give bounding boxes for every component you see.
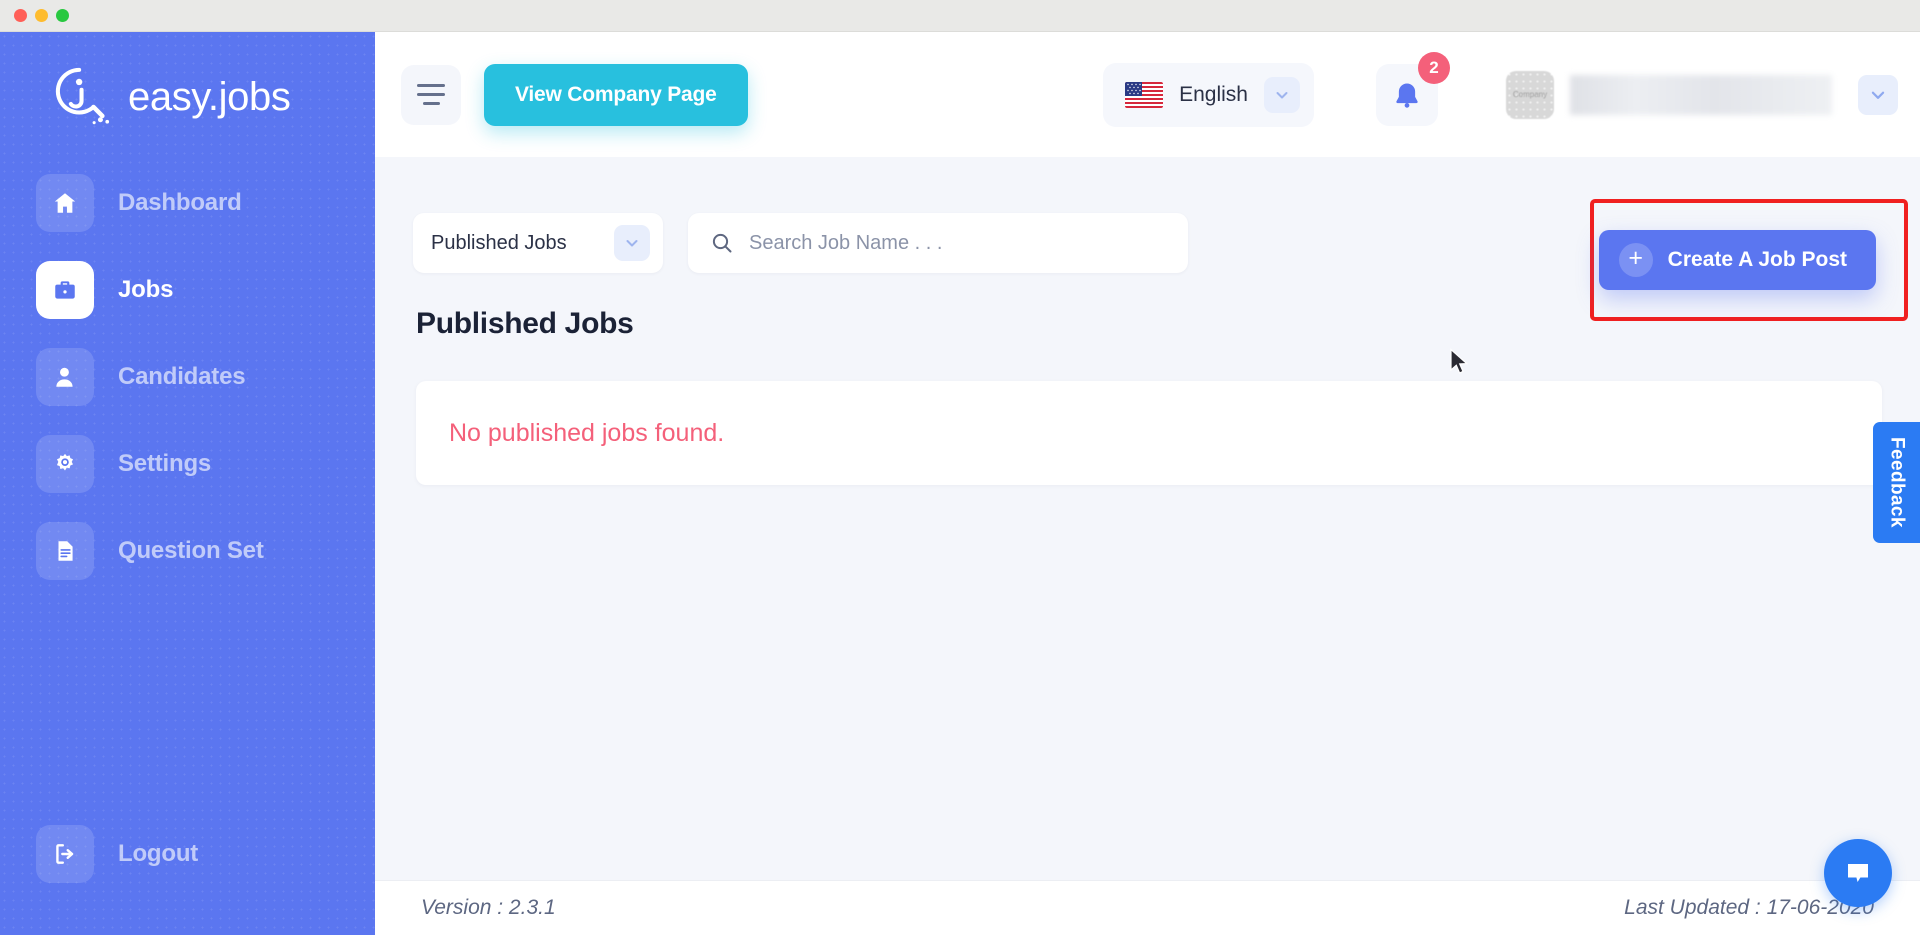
- mouse-cursor: [1450, 348, 1469, 374]
- notification-count-badge: 2: [1418, 51, 1450, 84]
- sidebar-item-label: Candidates: [118, 363, 246, 390]
- top-header: View Company Page English 2 Company: [375, 32, 1920, 157]
- logout-icon: [36, 825, 94, 883]
- app-footer: Version : 2.3.1 Last Updated : 17-06-202…: [375, 880, 1920, 935]
- user-menu[interactable]: Company: [1506, 70, 1898, 119]
- search-input[interactable]: [749, 231, 1168, 255]
- hamburger-icon[interactable]: [401, 64, 461, 125]
- sidebar-item-candidates[interactable]: Candidates: [0, 346, 375, 408]
- create-job-post-label: Create A Job Post: [1667, 248, 1847, 271]
- main-content: Published Jobs + Create A Job Post Publi…: [375, 157, 1920, 880]
- briefcase-icon: [36, 261, 94, 319]
- empty-state-message: No published jobs found.: [449, 418, 725, 447]
- plus-icon: +: [1618, 243, 1653, 277]
- sidebar: easy.jobs Dashboard Jobs Candidates Sett…: [0, 32, 375, 935]
- us-flag-icon: [1125, 81, 1164, 108]
- chat-widget-button[interactable]: [1824, 839, 1892, 907]
- chevron-down-icon[interactable]: [1858, 74, 1898, 115]
- user-name-redacted: [1570, 74, 1832, 115]
- published-jobs-empty-card: No published jobs found.: [416, 381, 1882, 485]
- sidebar-item-settings[interactable]: Settings: [0, 433, 375, 495]
- chevron-down-icon[interactable]: [1264, 76, 1300, 113]
- avatar: Company: [1506, 70, 1554, 119]
- brand-name: easy.jobs: [128, 74, 291, 119]
- job-status-filter[interactable]: Published Jobs: [413, 213, 663, 273]
- sidebar-item-question-set[interactable]: Question Set: [0, 520, 375, 582]
- sidebar-logout-label: Logout: [118, 840, 199, 867]
- brand-logo[interactable]: easy.jobs: [0, 32, 375, 128]
- feedback-tab[interactable]: Feedback: [1873, 422, 1920, 543]
- header-right-group: English 2 Company: [1103, 51, 1920, 127]
- sidebar-item-label: Dashboard: [118, 189, 242, 216]
- view-company-page-button[interactable]: View Company Page: [484, 63, 748, 126]
- feedback-label: Feedback: [1886, 437, 1908, 528]
- gear-icon: [36, 435, 94, 493]
- language-selector[interactable]: English: [1103, 62, 1314, 127]
- sidebar-item-jobs[interactable]: Jobs: [0, 259, 375, 321]
- close-window-button[interactable]: [14, 9, 27, 22]
- search-icon: [712, 233, 732, 253]
- sidebar-item-dashboard[interactable]: Dashboard: [0, 172, 375, 234]
- version-label: Version : 2.3.1: [421, 896, 556, 919]
- job-status-filter-value: Published Jobs: [431, 231, 567, 254]
- minimize-window-button[interactable]: [35, 9, 48, 22]
- app-window: easy.jobs Dashboard Jobs Candidates Sett…: [0, 0, 1920, 935]
- user-icon: [36, 348, 94, 406]
- sidebar-item-logout[interactable]: Logout: [0, 825, 198, 883]
- sidebar-item-label: Question Set: [118, 537, 264, 564]
- easyjobs-logo-icon: [55, 67, 110, 125]
- sidebar-item-label: Jobs: [118, 276, 174, 303]
- home-icon: [36, 174, 94, 232]
- chat-bubble-icon: [1848, 864, 1868, 882]
- sidebar-nav: Dashboard Jobs Candidates Settings Quest…: [0, 172, 375, 582]
- zoom-window-button[interactable]: [56, 9, 69, 22]
- sidebar-item-label: Settings: [118, 450, 212, 477]
- notifications: 2: [1376, 51, 1450, 126]
- chevron-down-icon[interactable]: [614, 225, 650, 261]
- language-label: English: [1179, 82, 1248, 106]
- create-job-post-button[interactable]: + Create A Job Post: [1598, 230, 1876, 290]
- search-job-container[interactable]: [688, 213, 1188, 273]
- document-icon: [36, 522, 94, 580]
- window-titlebar: [0, 0, 1920, 32]
